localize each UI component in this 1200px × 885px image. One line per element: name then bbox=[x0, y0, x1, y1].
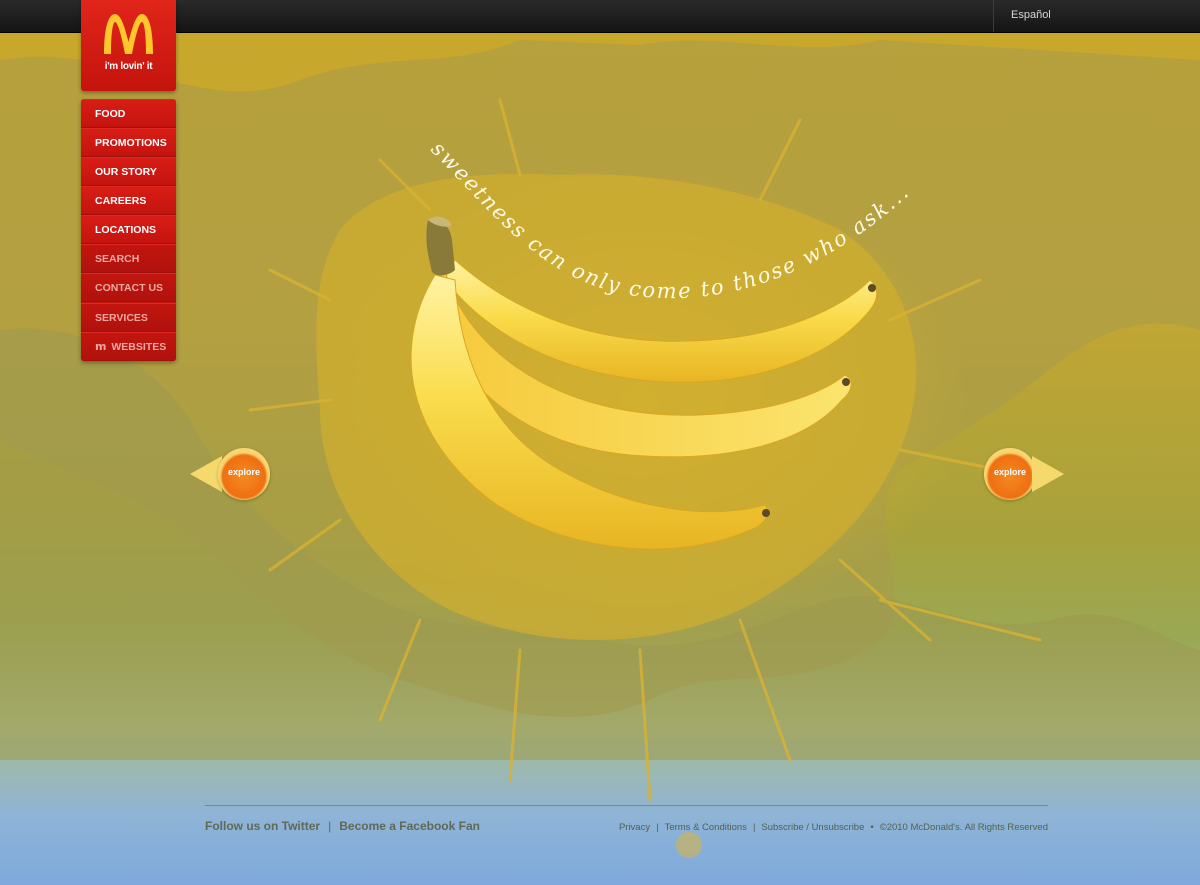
twitter-link[interactable]: Follow us on Twitter bbox=[205, 819, 320, 833]
nav-item-locations[interactable]: LOCATIONS bbox=[81, 215, 176, 244]
arches-small-icon: m bbox=[95, 340, 107, 353]
facebook-link[interactable]: Become a Facebook Fan bbox=[339, 819, 480, 833]
banana-image bbox=[410, 216, 878, 550]
copyright-text: ©2010 McDonald's. All Rights Reserved bbox=[879, 822, 1048, 833]
explore-left-button[interactable]: explore bbox=[190, 448, 270, 500]
footer-social: Follow us on Twitter | Become a Facebook F… bbox=[205, 819, 480, 833]
privacy-link[interactable]: Privacy bbox=[619, 822, 650, 833]
nav-item-search[interactable]: SEARCH bbox=[81, 244, 176, 273]
footer-separator: | bbox=[328, 819, 332, 833]
mcdonalds-logo[interactable]: i'm lovin' it bbox=[81, 0, 176, 91]
nav-item-websites-label: WEBSITES bbox=[111, 341, 167, 353]
nav-item-services[interactable]: SERVICES bbox=[81, 303, 176, 332]
subscribe-link[interactable]: Subscribe / Unsubscribe bbox=[761, 822, 864, 833]
terms-link[interactable]: Terms & Conditions bbox=[665, 822, 747, 833]
decorative-splash bbox=[676, 832, 702, 858]
nav-item-careers[interactable]: CAREERS bbox=[81, 186, 176, 215]
nav-item-promotions[interactable]: PROMOTIONS bbox=[81, 128, 176, 157]
nav-item-websites[interactable]: m WEBSITES bbox=[81, 332, 176, 361]
footer-separator: | bbox=[752, 822, 756, 833]
nav-item-our-story[interactable]: OUR STORY bbox=[81, 157, 176, 186]
footer-separator: | bbox=[656, 822, 659, 833]
golden-arches-icon bbox=[104, 14, 153, 54]
explore-right-label: explore bbox=[993, 467, 1026, 477]
main-nav: FOOD PROMOTIONS OUR STORY CAREERS LOCATI… bbox=[81, 99, 176, 361]
nav-item-food[interactable]: FOOD bbox=[81, 99, 176, 128]
footer-legal: Privacy | Terms & Conditions | Subscribe / U… bbox=[619, 822, 1048, 833]
language-link-espanol[interactable]: Español bbox=[1011, 9, 1051, 21]
footer-divider bbox=[205, 805, 1048, 806]
logo-tagline: i'm lovin' it bbox=[104, 61, 153, 72]
explore-right-button[interactable]: explore bbox=[984, 448, 1064, 500]
top-bar-divider bbox=[993, 0, 994, 32]
arrow-right-icon bbox=[1032, 456, 1064, 492]
footer-bullet: • bbox=[870, 822, 874, 833]
explore-left-label: explore bbox=[227, 467, 260, 477]
nav-item-contact-us[interactable]: CONTACT US bbox=[81, 273, 176, 302]
